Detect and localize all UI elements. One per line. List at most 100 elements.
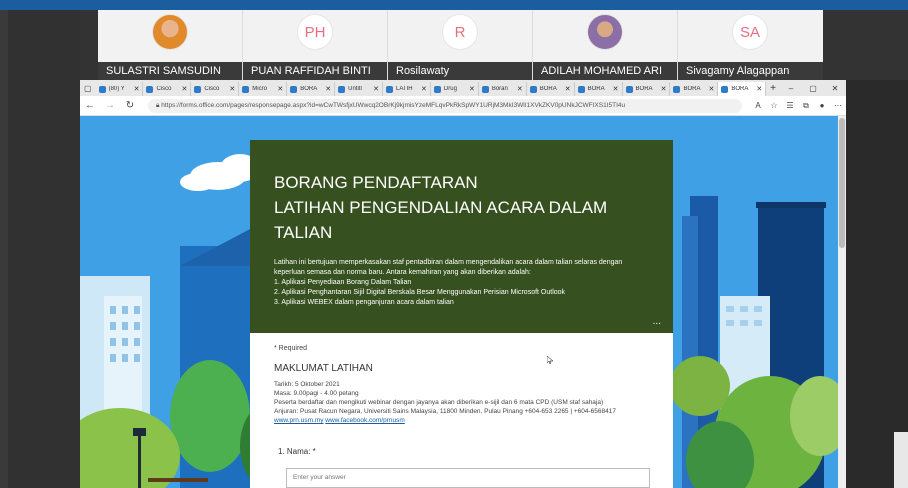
tab-favicon-icon <box>625 85 633 93</box>
mouse-pointer-icon <box>547 356 553 364</box>
section-title: MAKLUMAT LATIHAN <box>274 363 373 374</box>
close-tab-icon[interactable]: ✕ <box>565 85 571 93</box>
more-menu-icon[interactable]: ⋯ <box>830 101 846 110</box>
participant-tile[interactable]: SULASTRI SAMSUDIN <box>98 10 243 80</box>
tab-label: Boran <box>491 86 508 92</box>
tab-label: (80) Y <box>108 86 125 92</box>
participant-avatar <box>587 14 623 50</box>
participant-name: Rosilawaty <box>388 62 532 80</box>
tab-favicon-icon <box>721 85 729 93</box>
right-edge-control[interactable] <box>894 432 908 488</box>
participant-tile[interactable]: R Rosilawaty <box>388 10 533 80</box>
favorites-icon[interactable]: ☰ <box>782 101 798 110</box>
meeting-window: SULASTRI SAMSUDIN PH PUAN RAFFIDAH BINTI R R… <box>0 0 908 488</box>
description-line: 3. Aplikasi WEBEX dalam penganjuran acar… <box>274 299 454 306</box>
tab-label: BORA <box>731 86 749 92</box>
participant-avatar: PH <box>297 14 333 50</box>
browser-tab[interactable]: BORA ✕ <box>527 82 575 96</box>
tab-favicon-icon <box>481 85 489 93</box>
participant-name: Sivagamy Alagappan <box>678 62 823 80</box>
browser-tab[interactable]: Drug ✕ <box>431 82 479 96</box>
browser-tab[interactable]: Boran ✕ <box>479 82 527 96</box>
browser-tab[interactable]: Cisco ✕ <box>143 82 192 96</box>
tab-label: LATIH <box>396 86 413 92</box>
required-note: * Required <box>274 345 308 352</box>
scrollbar-thumb[interactable] <box>839 118 845 248</box>
new-tab-icon[interactable]: + <box>766 83 780 94</box>
browser-tab[interactable]: Cisco ✕ <box>191 82 240 96</box>
participant-name: ADILAH MOHAMED ARI <box>533 62 677 80</box>
close-tab-icon[interactable]: ✕ <box>325 85 331 93</box>
tab-label: BORA <box>300 86 318 92</box>
tab-favicon-icon <box>433 85 441 93</box>
profile-avatar[interactable]: ● <box>814 101 830 110</box>
more-options-icon[interactable]: ... <box>653 316 661 327</box>
browser-tab[interactable]: Untitl ✕ <box>335 82 384 96</box>
close-tab-icon[interactable]: ✕ <box>661 85 667 93</box>
participant-tile[interactable]: PH PUAN RAFFIDAH BINTI <box>243 10 388 80</box>
participant-tile[interactable]: SA Sivagamy Alagappan <box>678 10 823 80</box>
participant-name: SULASTRI SAMSUDIN <box>98 62 242 80</box>
close-tab-icon[interactable]: ✕ <box>373 85 379 93</box>
info-time: Masa: 9.00pagi - 4.00 petang <box>274 390 359 397</box>
participant-avatar: SA <box>732 14 768 50</box>
tab-label: Cisco <box>156 86 172 92</box>
info-certificate: Peserta berdaftar dan mengikuti webinar … <box>274 399 604 406</box>
browser-tab[interactable]: BORA ✕ <box>718 82 767 96</box>
close-tab-icon[interactable]: ✕ <box>134 85 140 93</box>
facebook-link[interactable]: www.facebook.com/prnusm <box>325 417 404 424</box>
collections-icon[interactable]: ⧉ <box>798 101 814 111</box>
page-scrollbar[interactable] <box>838 116 846 488</box>
read-aloud-icon[interactable]: A <box>750 101 766 110</box>
minimize-icon[interactable]: – <box>780 84 802 93</box>
form-title-line-1: BORANG PENDAFTARAN <box>274 173 478 192</box>
refresh-icon[interactable]: ↻ <box>120 100 140 111</box>
tab-label: BORA <box>635 86 653 92</box>
name-input[interactable] <box>286 468 650 488</box>
tab-favicon-icon <box>98 85 106 93</box>
close-tab-icon[interactable]: ✕ <box>277 85 283 93</box>
close-tab-icon[interactable]: ✕ <box>756 85 762 93</box>
url-text: https://forms.office.com/pages/responsep… <box>161 101 626 109</box>
description-line: keperluan semasa dan norma baru. Antara … <box>274 269 531 276</box>
browser-tab[interactable]: BORA ✕ <box>287 82 336 96</box>
window-controls: – ▢ ✕ <box>780 84 846 93</box>
browser-tab[interactable]: (80) Y ✕ <box>96 82 144 96</box>
maximize-icon[interactable]: ▢ <box>802 84 824 93</box>
participant-strip: SULASTRI SAMSUDIN PH PUAN RAFFIDAH BINTI R R… <box>98 10 824 80</box>
close-tab-icon[interactable]: ✕ <box>708 85 714 93</box>
website-link[interactable]: www.prn.usm.my <box>274 417 323 424</box>
close-tab-icon[interactable]: ✕ <box>613 85 619 93</box>
browser-window: ▢ (80) Y ✕ Cisco ✕ Cisco ✕ Micro ✕ BORA ✕ Untitl ✕ L… <box>80 80 846 488</box>
tab-favicon-icon <box>673 85 681 93</box>
back-icon[interactable]: ← <box>80 100 100 111</box>
favorite-star-icon[interactable]: ☆ <box>766 101 782 110</box>
close-tab-icon[interactable]: ✕ <box>229 85 235 93</box>
close-window-icon[interactable]: ✕ <box>824 84 846 93</box>
browser-tab[interactable]: LATIH ✕ <box>383 82 431 96</box>
browser-tab[interactable]: BORA ✕ <box>575 82 623 96</box>
info-links: www.prn.usm.my www.facebook.com/prnusm <box>274 416 654 425</box>
question-name-label: 1. Nama: * <box>278 447 316 456</box>
browser-tab[interactable]: BORA ✕ <box>623 82 671 96</box>
close-tab-icon[interactable]: ✕ <box>182 85 188 93</box>
participant-avatar <box>152 14 188 50</box>
tab-favicon-icon <box>146 85 154 93</box>
forward-icon[interactable]: → <box>100 100 120 111</box>
tab-favicon-icon <box>290 85 298 93</box>
description-line: 1. Aplikasi Penyediaan Borang Dalam Tali… <box>274 279 412 286</box>
browser-toolbar: ← → ↻ 🔒︎ https://forms.office.com/pages/… <box>80 96 846 116</box>
close-tab-icon[interactable]: ✕ <box>469 85 475 93</box>
tab-favicon-icon <box>338 85 346 93</box>
tab-label: BORA <box>539 86 557 92</box>
close-tab-icon[interactable]: ✕ <box>421 85 427 93</box>
left-panel-inner <box>8 10 80 488</box>
info-date: Tarikh: 5 Oktober 2021 <box>274 381 340 388</box>
participant-name: PUAN RAFFIDAH BINTI <box>243 62 387 80</box>
browser-tab[interactable]: Micro ✕ <box>239 82 288 96</box>
tab-actions-icon[interactable]: ▢ <box>80 80 96 96</box>
address-bar[interactable]: 🔒︎ https://forms.office.com/pages/respon… <box>148 98 742 113</box>
close-tab-icon[interactable]: ✕ <box>517 85 523 93</box>
participant-tile[interactable]: ADILAH MOHAMED ARI <box>533 10 678 80</box>
browser-tab[interactable]: BORA ✕ <box>670 82 719 96</box>
